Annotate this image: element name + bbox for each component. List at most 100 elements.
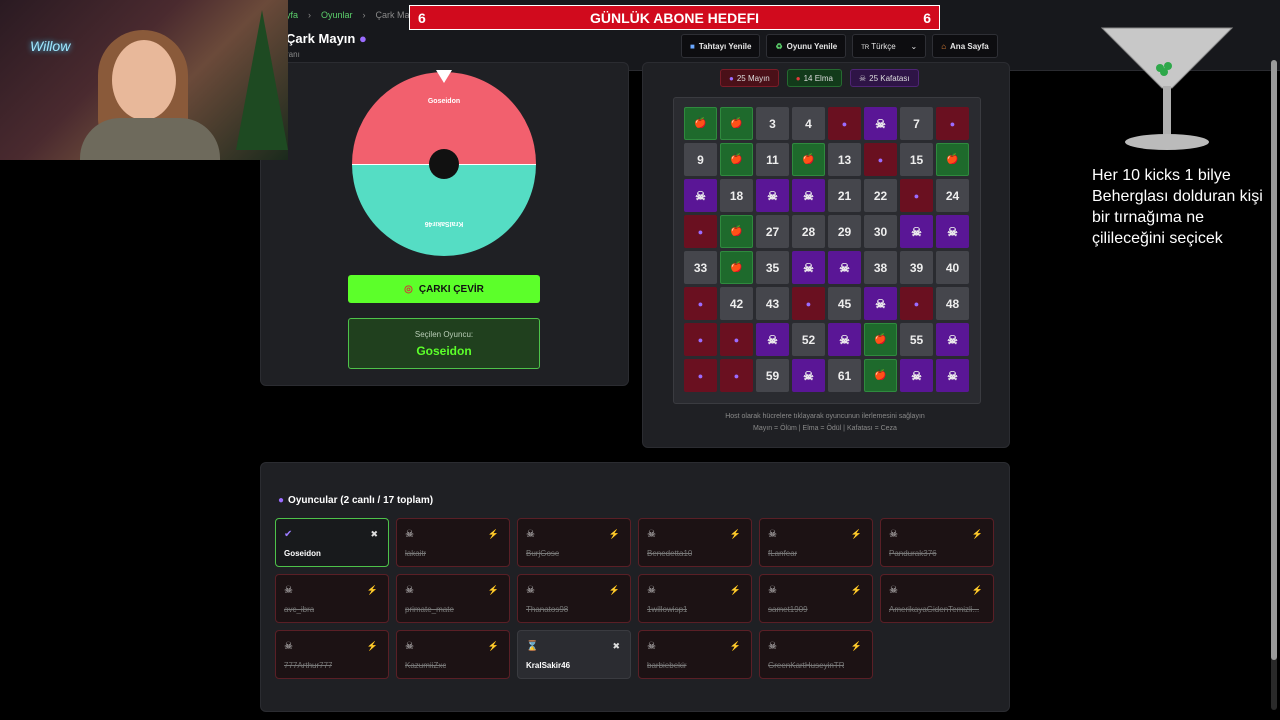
player-card[interactable]: ☠ ⚡ barbiebekir: [638, 630, 752, 679]
player-card[interactable]: ☠ ⚡ 777Arthur777: [275, 630, 389, 679]
revive-icon[interactable]: ⚡: [851, 585, 862, 596]
board-cell[interactable]: ●: [684, 359, 717, 392]
player-card[interactable]: ☠ ⚡ samet1909: [759, 574, 873, 623]
eliminate-icon[interactable]: ✖: [370, 529, 378, 540]
revive-icon[interactable]: ⚡: [609, 529, 620, 540]
revive-icon[interactable]: ⚡: [367, 585, 378, 596]
player-card[interactable]: ✔ ✖ Goseidon: [275, 518, 389, 567]
board-cell[interactable]: 29: [828, 215, 861, 248]
player-card[interactable]: ☠ ⚡ BurjGose: [517, 518, 631, 567]
language-select[interactable]: TR Türkçe ⌄: [852, 34, 927, 58]
board-cell[interactable]: 28: [792, 215, 825, 248]
board-cell[interactable]: ●: [720, 359, 753, 392]
board-cell[interactable]: ●: [864, 143, 897, 176]
board-cell[interactable]: ●: [720, 323, 753, 356]
revive-icon[interactable]: ⚡: [488, 641, 499, 652]
player-card[interactable]: ☠ ⚡ KazumiiZxc: [396, 630, 510, 679]
player-card[interactable]: ☠ ⚡ fLanfear: [759, 518, 873, 567]
board-cell[interactable]: 🍎: [864, 359, 897, 392]
board-cell[interactable]: ●: [828, 107, 861, 140]
board-cell[interactable]: 🍎: [936, 143, 969, 176]
board-cell[interactable]: 40: [936, 251, 969, 284]
player-card[interactable]: ☠ ⚡ Thanatos98: [517, 574, 631, 623]
spin-wheel-button[interactable]: ◎ ÇARKI ÇEVİR: [348, 275, 540, 303]
revive-icon[interactable]: ⚡: [972, 585, 983, 596]
player-card[interactable]: ☠ ⚡ Benedetta10: [638, 518, 752, 567]
revive-icon[interactable]: ⚡: [730, 529, 741, 540]
player-card[interactable]: ⌛ ✖ KralSakir46: [517, 630, 631, 679]
player-card[interactable]: ☠ ⚡ lakaitr: [396, 518, 510, 567]
home-button[interactable]: ⌂ Ana Sayfa: [932, 34, 998, 58]
board-cell[interactable]: 15: [900, 143, 933, 176]
board-cell[interactable]: 48: [936, 287, 969, 320]
board-cell[interactable]: ☠: [828, 251, 861, 284]
board-cell[interactable]: 61: [828, 359, 861, 392]
board-cell[interactable]: 42: [720, 287, 753, 320]
board-cell[interactable]: 39: [900, 251, 933, 284]
board-cell[interactable]: 45: [828, 287, 861, 320]
board-cell[interactable]: ☠: [864, 287, 897, 320]
board-cell[interactable]: 🍎: [864, 323, 897, 356]
board-cell[interactable]: ☠: [792, 251, 825, 284]
revive-icon[interactable]: ⚡: [367, 641, 378, 652]
board-cell[interactable]: 🍎: [720, 251, 753, 284]
breadcrumb-games[interactable]: Oyunlar: [321, 10, 353, 20]
board-cell[interactable]: 33: [684, 251, 717, 284]
revive-icon[interactable]: ⚡: [488, 529, 499, 540]
player-card[interactable]: ☠ ⚡ AmerikayaGidenTemizli...: [880, 574, 994, 623]
board-cell[interactable]: ☠: [936, 323, 969, 356]
board-cell[interactable]: ●: [684, 215, 717, 248]
board-cell[interactable]: ☠: [900, 359, 933, 392]
revive-icon[interactable]: ⚡: [851, 641, 862, 652]
revive-icon[interactable]: ⚡: [488, 585, 499, 596]
revive-icon[interactable]: ⚡: [609, 585, 620, 596]
board-cell[interactable]: 59: [756, 359, 789, 392]
revive-icon[interactable]: ⚡: [851, 529, 862, 540]
board-cell[interactable]: 21: [828, 179, 861, 212]
board-cell[interactable]: 🍎: [720, 107, 753, 140]
board-cell[interactable]: 30: [864, 215, 897, 248]
player-card[interactable]: ☠ ⚡ primate_mate: [396, 574, 510, 623]
board-cell[interactable]: ☠: [828, 323, 861, 356]
board-cell[interactable]: ●: [900, 179, 933, 212]
reset-game-button[interactable]: ♻ Oyunu Yenile: [766, 34, 847, 58]
board-cell[interactable]: 38: [864, 251, 897, 284]
board-cell[interactable]: ☠: [864, 107, 897, 140]
board-cell[interactable]: 27: [756, 215, 789, 248]
player-card[interactable]: ☠ ⚡ 1willowisp1: [638, 574, 752, 623]
board-cell[interactable]: 11: [756, 143, 789, 176]
board-cell[interactable]: ☠: [936, 215, 969, 248]
board-cell[interactable]: 22: [864, 179, 897, 212]
board-cell[interactable]: ☠: [792, 359, 825, 392]
scrollbar[interactable]: [1271, 60, 1277, 710]
board-cell[interactable]: 4: [792, 107, 825, 140]
eliminate-icon[interactable]: ✖: [612, 641, 620, 652]
board-cell[interactable]: 7: [900, 107, 933, 140]
board-cell[interactable]: ☠: [936, 359, 969, 392]
board-cell[interactable]: 3: [756, 107, 789, 140]
board-cell[interactable]: ●: [684, 323, 717, 356]
board-cell[interactable]: ●: [936, 107, 969, 140]
board-cell[interactable]: 13: [828, 143, 861, 176]
board-cell[interactable]: ☠: [756, 179, 789, 212]
player-card[interactable]: ☠ ⚡ avc_ibra: [275, 574, 389, 623]
board-cell[interactable]: 🍎: [792, 143, 825, 176]
board-cell[interactable]: 52: [792, 323, 825, 356]
revive-icon[interactable]: ⚡: [730, 585, 741, 596]
revive-icon[interactable]: ⚡: [730, 641, 741, 652]
board-cell[interactable]: ●: [900, 287, 933, 320]
revive-icon[interactable]: ⚡: [972, 529, 983, 540]
board-cell[interactable]: ●: [684, 287, 717, 320]
board-cell[interactable]: 🍎: [684, 107, 717, 140]
board-cell[interactable]: 9: [684, 143, 717, 176]
board-cell[interactable]: ☠: [684, 179, 717, 212]
board-cell[interactable]: ☠: [900, 215, 933, 248]
board-cell[interactable]: ☠: [792, 179, 825, 212]
board-cell[interactable]: ●: [792, 287, 825, 320]
scrollbar-thumb[interactable]: [1271, 60, 1277, 660]
board-cell[interactable]: 43: [756, 287, 789, 320]
board-cell[interactable]: 🍎: [720, 215, 753, 248]
player-card[interactable]: ☠ ⚡ GreenKartHuseyinTR: [759, 630, 873, 679]
board-cell[interactable]: 🍎: [720, 143, 753, 176]
player-card[interactable]: ☠ ⚡ Pandurak376: [880, 518, 994, 567]
